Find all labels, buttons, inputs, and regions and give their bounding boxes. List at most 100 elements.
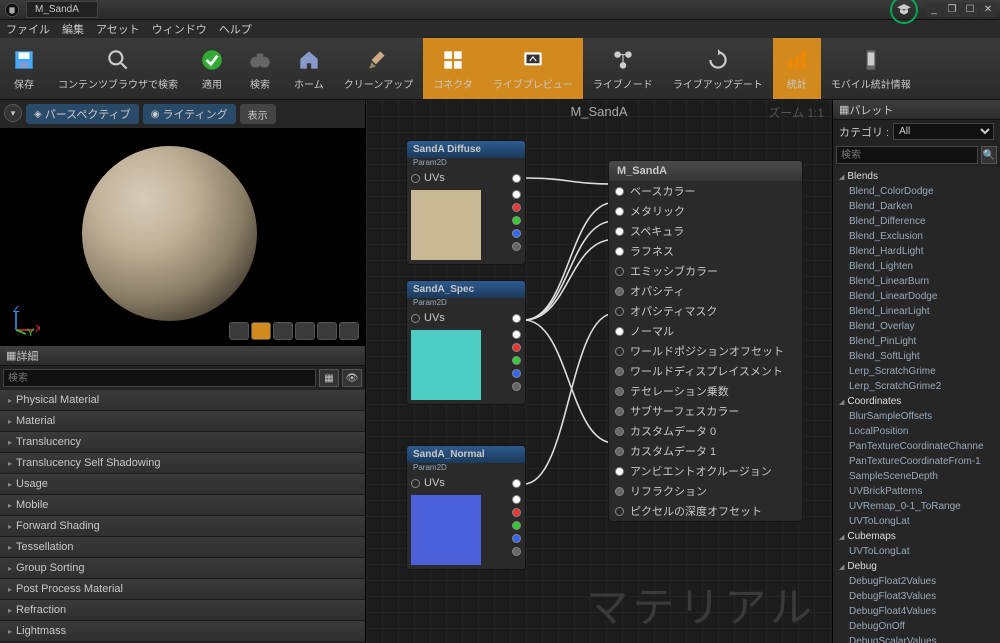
- palette-item[interactable]: Blend_Overlay: [833, 319, 1000, 334]
- close-button[interactable]: ✕: [980, 3, 996, 17]
- palette-item[interactable]: Blend_HardLight: [833, 244, 1000, 259]
- result-pin-row[interactable]: ノーマル: [609, 321, 802, 341]
- maximize-button[interactable]: ☐: [962, 3, 978, 17]
- result-pin-row[interactable]: エミッシブカラー: [609, 261, 802, 281]
- result-pin-row[interactable]: ピクセルの深度オフセット: [609, 501, 802, 521]
- input-pin[interactable]: [615, 187, 624, 196]
- output-pin-r[interactable]: [512, 203, 521, 212]
- palette-item[interactable]: UVRemap_0-1_ToRange: [833, 499, 1000, 514]
- result-pin-row[interactable]: ラフネス: [609, 241, 802, 261]
- output-pin-rgb[interactable]: [512, 479, 521, 488]
- output-pin-a[interactable]: [512, 382, 521, 391]
- result-pin-row[interactable]: スペキュラ: [609, 221, 802, 241]
- toolbar-floppy[interactable]: 保存: [0, 38, 48, 99]
- output-pin-g[interactable]: [512, 356, 521, 365]
- output-pin-r[interactable]: [512, 508, 521, 517]
- palette-item[interactable]: Blend_LinearDodge: [833, 289, 1000, 304]
- result-pin-row[interactable]: ワールドポジションオフセット: [609, 341, 802, 361]
- details-category[interactable]: Mobile: [0, 495, 365, 516]
- tutorial-button[interactable]: [890, 0, 918, 24]
- toolbar-home[interactable]: ホーム: [284, 38, 334, 99]
- toolbar-magnify[interactable]: コンテンツブラウザで検索: [48, 38, 188, 99]
- palette-item[interactable]: DebugFloat3Values: [833, 589, 1000, 604]
- toolbar-refresh[interactable]: ライブアップデート: [663, 38, 773, 99]
- result-pin-row[interactable]: ベースカラー: [609, 181, 802, 201]
- palette-item[interactable]: Lerp_ScratchGrime2: [833, 379, 1000, 394]
- result-pin-row[interactable]: リフラクション: [609, 481, 802, 501]
- palette-item[interactable]: DebugOnOff: [833, 619, 1000, 634]
- texture-node[interactable]: SandA_NormalParam2DUVs: [406, 445, 526, 570]
- toolbar-nodes[interactable]: ライブノード: [583, 38, 663, 99]
- palette-group[interactable]: Debug: [833, 559, 1000, 574]
- output-pin-white[interactable]: [512, 190, 521, 199]
- result-pin-row[interactable]: カスタムデータ 0: [609, 421, 802, 441]
- input-pin[interactable]: [615, 387, 624, 396]
- material-preview-viewport[interactable]: ZXY: [0, 128, 365, 346]
- output-pin-b[interactable]: [512, 369, 521, 378]
- input-pin[interactable]: [411, 174, 420, 183]
- palette-category-select[interactable]: All: [893, 123, 994, 140]
- output-pin-b[interactable]: [512, 229, 521, 238]
- palette-item[interactable]: DebugFloat2Values: [833, 574, 1000, 589]
- lighting-dropdown[interactable]: ◉ ライティング: [143, 104, 236, 124]
- details-category[interactable]: Translucency Self Shadowing: [0, 453, 365, 474]
- shape-cube[interactable]: [295, 322, 315, 340]
- palette-item[interactable]: Blend_PinLight: [833, 334, 1000, 349]
- input-pin[interactable]: [615, 287, 624, 296]
- shape-sphere[interactable]: [251, 322, 271, 340]
- details-category[interactable]: Refraction: [0, 600, 365, 621]
- input-pin[interactable]: [615, 487, 624, 496]
- details-category[interactable]: Material: [0, 411, 365, 432]
- toolbar-broom[interactable]: クリーンアップ: [334, 38, 424, 99]
- result-pin-row[interactable]: カスタムデータ 1: [609, 441, 802, 461]
- result-pin-row[interactable]: メタリック: [609, 201, 802, 221]
- input-pin[interactable]: [615, 307, 624, 316]
- input-pin[interactable]: [615, 327, 624, 336]
- details-category[interactable]: Tessellation: [0, 537, 365, 558]
- menu-item[interactable]: ヘルプ: [219, 21, 252, 37]
- input-pin[interactable]: [615, 427, 624, 436]
- result-pin-row[interactable]: アンビエントオクルージョン: [609, 461, 802, 481]
- output-pin-white[interactable]: [512, 330, 521, 339]
- output-pin-rgb[interactable]: [512, 174, 521, 183]
- texture-node[interactable]: SandA DiffuseParam2DUVs: [406, 140, 526, 265]
- input-pin[interactable]: [615, 367, 624, 376]
- toolbar-tile[interactable]: コネクタ: [423, 38, 483, 99]
- shape-cylinder[interactable]: [229, 322, 249, 340]
- toolbar-binoc[interactable]: 検索: [236, 38, 284, 99]
- palette-item[interactable]: DebugFloat4Values: [833, 604, 1000, 619]
- palette-group[interactable]: Coordinates: [833, 394, 1000, 409]
- input-pin[interactable]: [615, 467, 624, 476]
- output-pin-r[interactable]: [512, 343, 521, 352]
- palette-item[interactable]: Blend_SoftLight: [833, 349, 1000, 364]
- palette-item[interactable]: Blend_Lighten: [833, 259, 1000, 274]
- document-tab[interactable]: M_SandA: [26, 1, 98, 18]
- details-eye-button[interactable]: 👁: [342, 369, 362, 387]
- palette-item[interactable]: Blend_LinearBurn: [833, 274, 1000, 289]
- palette-item[interactable]: Blend_Darken: [833, 199, 1000, 214]
- details-category[interactable]: Post Process Material: [0, 579, 365, 600]
- menu-item[interactable]: アセット: [96, 21, 140, 37]
- input-pin[interactable]: [615, 347, 624, 356]
- palette-item[interactable]: Blend_Exclusion: [833, 229, 1000, 244]
- result-pin-row[interactable]: オパシティ: [609, 281, 802, 301]
- palette-item[interactable]: UVToLongLat: [833, 514, 1000, 529]
- restore-button[interactable]: ❐: [944, 3, 960, 17]
- menu-item[interactable]: 編集: [62, 21, 84, 37]
- viewport-grid[interactable]: [339, 322, 359, 340]
- palette-group[interactable]: Blends: [833, 169, 1000, 184]
- palette-item[interactable]: Lerp_ScratchGrime: [833, 364, 1000, 379]
- texture-node[interactable]: SandA_SpecParam2DUVs: [406, 280, 526, 405]
- details-category[interactable]: Lightmass: [0, 621, 365, 642]
- input-pin[interactable]: [615, 507, 624, 516]
- toolbar-monitor[interactable]: ライブプレビュー: [483, 38, 583, 99]
- result-pin-row[interactable]: ワールドディスプレイスメント: [609, 361, 802, 381]
- output-pin-white[interactable]: [512, 495, 521, 504]
- palette-item[interactable]: SampleSceneDepth: [833, 469, 1000, 484]
- palette-item[interactable]: Blend_ColorDodge: [833, 184, 1000, 199]
- palette-search-button[interactable]: 🔍: [981, 146, 997, 164]
- input-pin[interactable]: [411, 479, 420, 488]
- input-pin[interactable]: [615, 227, 624, 236]
- input-pin[interactable]: [615, 447, 624, 456]
- palette-group[interactable]: Cubemaps: [833, 529, 1000, 544]
